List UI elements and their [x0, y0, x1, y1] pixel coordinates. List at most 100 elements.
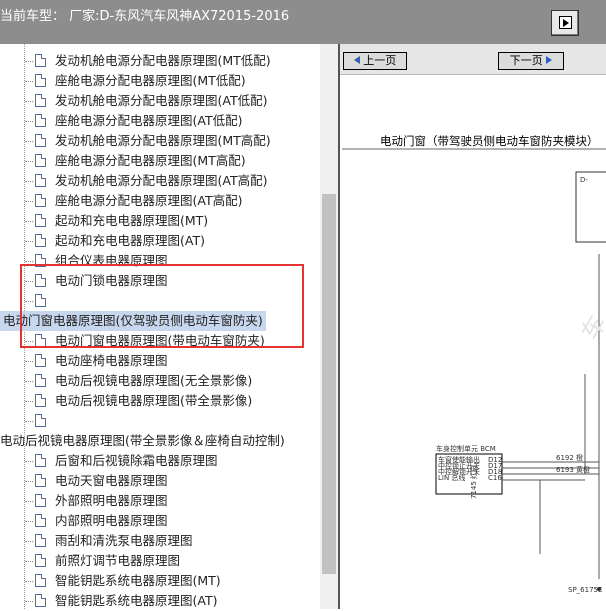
- next-page-button[interactable]: 下一页: [498, 52, 564, 70]
- tree-connector: [25, 61, 33, 62]
- tree-item-label: 电动门锁电器原理图: [55, 273, 168, 288]
- tree-item[interactable]: 电动后视镜电器原理图(无全景影像): [25, 371, 253, 391]
- tree-connector: [25, 101, 33, 102]
- wiring-diagram: D- 7145 红白 车身控制单元 BCM 车窗使能输出 D12 中控锁止开关 …: [342, 148, 606, 594]
- tree-item-label: 起动和充电电器原理图(AT): [55, 233, 205, 248]
- tree-scrollbar-thumb[interactable]: [322, 194, 336, 574]
- navigate-button[interactable]: [551, 10, 579, 36]
- tree-item-label: 座舱电源分配电器原理图(MT低配): [55, 73, 246, 88]
- document-icon: [35, 594, 46, 607]
- tree-item[interactable]: 座舱电源分配电器原理图(AT高配): [25, 191, 243, 211]
- tree-item[interactable]: 电动门窗电器原理图(仅驾驶员侧电动车窗防夹): [0, 311, 266, 331]
- prev-page-button[interactable]: 上一页: [343, 52, 407, 70]
- tree-item[interactable]: 座舱电源分配电器原理图(AT低配): [25, 111, 242, 131]
- tree-connector: [25, 561, 33, 562]
- title-bar: 当前车型： 厂家:D-东风汽车风神AX72015-2016: [0, 0, 606, 44]
- left-arrow-icon: [353, 56, 360, 64]
- tree-item-label: 发动机舱电源分配电器原理图(MT高配): [55, 133, 271, 148]
- document-icon: [35, 374, 46, 387]
- bcm-pin-4-code: C16: [488, 474, 502, 482]
- tree-item-label: 前照灯调节电器原理图: [55, 553, 181, 568]
- bcm-label: 车身控制单元 BCM: [436, 444, 496, 453]
- tree-item-label: 智能钥匙系统电器原理图(MT): [55, 573, 221, 588]
- document-viewer: 上一页 下一页 电动门窗（带驾驶员侧电动车窗防夹模块） D- 7145 红白 车…: [338, 44, 606, 609]
- tree-item-label: 发动机舱电源分配电器原理图(MT低配): [55, 53, 271, 68]
- tree-item[interactable]: 后窗和后视镜除霜电器原理图: [25, 451, 218, 471]
- tree-item[interactable]: 电动后视镜电器原理图(带全景影像＆座椅自动控制): [0, 431, 285, 451]
- tree-item-label: 电动门窗电器原理图(仅驾驶员侧电动车窗防夹): [3, 313, 263, 328]
- tree-item[interactable]: 雨刮和清洗泵电器原理图: [25, 531, 193, 551]
- tree-item[interactable]: 电动后视镜电器原理图(带全景影像): [25, 391, 253, 411]
- tree-item-label: 后窗和后视镜除霜电器原理图: [55, 453, 218, 468]
- tree-item-label: 座舱电源分配电器原理图(MT高配): [55, 153, 246, 168]
- play-icon: [559, 16, 572, 29]
- tree-connector: [25, 221, 33, 222]
- tree-connector: [25, 421, 33, 422]
- document-icon: [35, 74, 46, 87]
- tree-connector: [25, 381, 33, 382]
- tree-item-label: 电动后视镜电器原理图(带全景影像): [55, 393, 253, 408]
- tree-item[interactable]: 发动机舱电源分配电器原理图(AT高配): [25, 171, 267, 191]
- tree-item[interactable]: 智能钥匙系统电器原理图(AT): [25, 591, 217, 611]
- document-icon: [35, 154, 46, 167]
- tree-item[interactable]: 智能钥匙系统电器原理图(MT): [25, 571, 221, 591]
- next-page-label: 下一页: [509, 54, 543, 67]
- document-icon: [35, 554, 46, 567]
- tree-connector: [25, 181, 33, 182]
- tree-scrollbar[interactable]: [320, 44, 338, 609]
- tree-connector: [25, 341, 33, 342]
- document-icon: [35, 54, 46, 67]
- tree-item-label: 发动机舱电源分配电器原理图(AT低配): [55, 93, 268, 108]
- tree-connector: [25, 241, 33, 242]
- tree-item[interactable]: 座舱电源分配电器原理图(MT高配): [25, 151, 246, 171]
- tree-item[interactable]: 座舱电源分配电器原理图(MT低配): [25, 71, 246, 91]
- document-icon: [35, 494, 46, 507]
- tree-item-label: 座舱电源分配电器原理图(AT高配): [55, 193, 243, 208]
- tree-connector: [25, 521, 33, 522]
- tree-item[interactable]: 外部照明电器原理图: [25, 491, 168, 511]
- tree-connector: [25, 301, 33, 302]
- tree-item[interactable]: 发动机舱电源分配电器原理图(MT低配): [25, 51, 271, 71]
- tree-item[interactable]: 电动天窗电器原理图: [25, 471, 168, 491]
- document-icon: [35, 114, 46, 127]
- document-icon: [35, 514, 46, 527]
- bcm-pin-4-name: LIN 总线: [438, 473, 465, 482]
- document-icon: [35, 174, 46, 187]
- document-icon: [35, 414, 46, 427]
- tree-connector: [25, 141, 33, 142]
- tree-item[interactable]: 起动和充电电器原理图(MT): [25, 211, 209, 231]
- tree-item[interactable]: 内部照明电器原理图: [25, 511, 168, 531]
- current-model-title: 当前车型： 厂家:D-东风汽车风神AX72015-2016: [0, 9, 290, 24]
- document-icon: [35, 394, 46, 407]
- tree-connector: [25, 361, 33, 362]
- document-icon: [35, 454, 46, 467]
- tree-connector: [25, 581, 33, 582]
- tree-item[interactable]: 组合仪表电器原理图: [25, 251, 168, 271]
- tree-connector: [25, 601, 33, 602]
- tree-item[interactable]: 发动机舱电源分配电器原理图(AT低配): [25, 91, 268, 111]
- tree-item-label: 外部照明电器原理图: [55, 493, 168, 508]
- document-icon: [35, 574, 46, 587]
- tree-item-label: 电动门窗电器原理图(带电动车窗防夹): [55, 333, 265, 348]
- document-icon: [35, 214, 46, 227]
- tree-item[interactable]: 前照灯调节电器原理图: [25, 551, 181, 571]
- document-icon: [35, 94, 46, 107]
- tree-connector: [25, 401, 33, 402]
- document-icon: [35, 534, 46, 547]
- tree-item[interactable]: 电动门锁电器原理图: [25, 271, 168, 291]
- tree-item[interactable]: 起动和充电电器原理图(AT): [25, 231, 205, 251]
- tree-connector: [25, 261, 33, 262]
- splice-label: SP_6175E: [568, 586, 602, 594]
- prev-page-label: 上一页: [363, 54, 397, 67]
- tree-connector: [25, 121, 33, 122]
- document-icon: [35, 134, 46, 147]
- document-icon: [35, 254, 46, 267]
- tree-connector: [25, 501, 33, 502]
- tree-item[interactable]: 电动座椅电器原理图: [25, 351, 168, 371]
- tree-item-label: 起动和充电电器原理图(MT): [55, 213, 209, 228]
- tree-connector: [25, 461, 33, 462]
- tree-item[interactable]: 发动机舱电源分配电器原理图(MT高配): [25, 131, 271, 151]
- tree-item-label: 电动后视镜电器原理图(无全景影像): [55, 373, 253, 388]
- tree-item[interactable]: 电动门窗电器原理图(带电动车窗防夹): [25, 331, 265, 351]
- document-icon: [35, 294, 46, 307]
